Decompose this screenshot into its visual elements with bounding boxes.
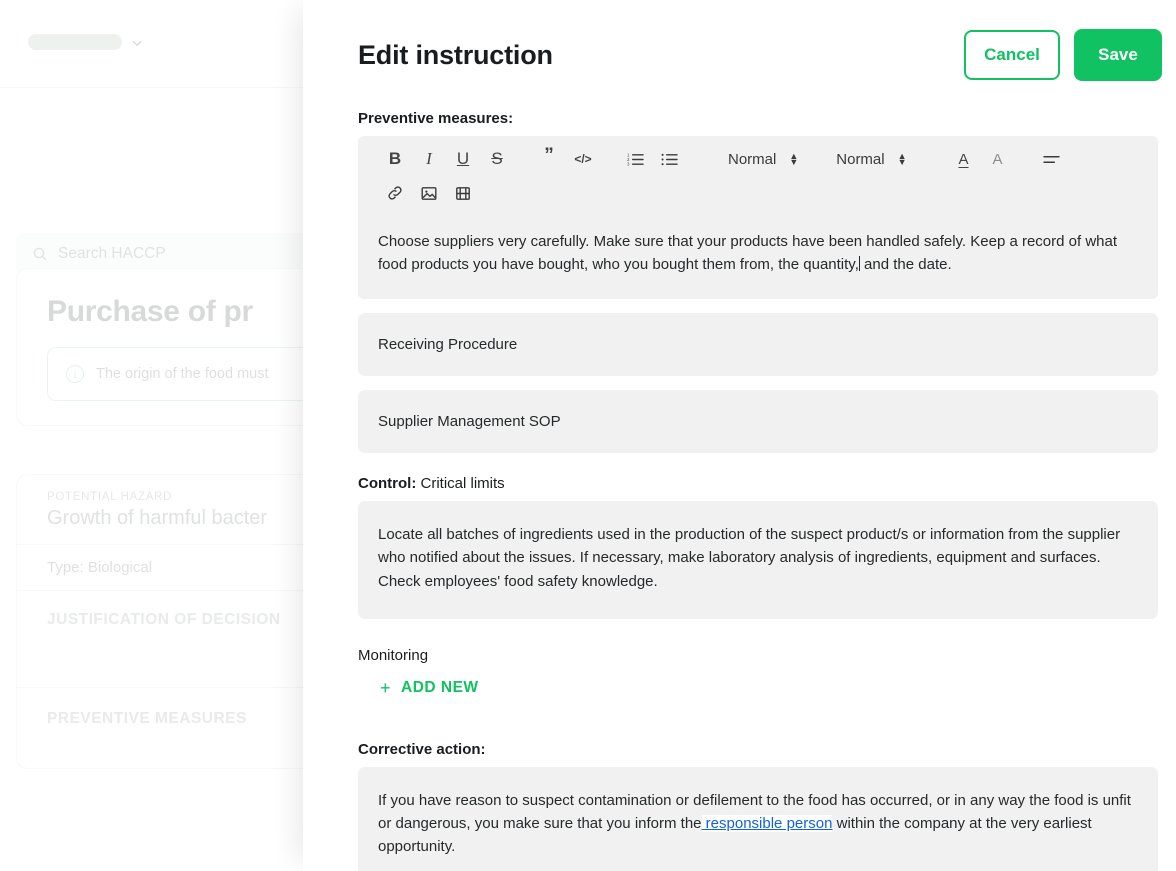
modal-actions: Cancel Save [964,29,1162,81]
blockquote-icon[interactable]: ” [532,144,566,174]
italic-icon[interactable]: I [412,144,446,174]
svg-text:3: 3 [627,161,630,166]
monitoring-label: Monitoring [358,646,429,664]
org-selector-pill[interactable] [28,34,122,50]
preventive-item-0[interactable]: Receiving Procedure [358,312,1158,376]
plus-icon: + [380,677,392,698]
underline-icon[interactable]: U [446,144,480,174]
save-button[interactable]: Save [1074,29,1162,81]
search-placeholder: Search HACCP [58,245,166,262]
modal-body: Preventive measures: B I U S ” </> 1 2 3… [303,110,1176,871]
preventive-measures-label: Preventive measures: [358,110,514,127]
bullet-list-icon[interactable] [652,144,686,174]
add-new-label: ADD NEW [401,679,479,697]
modal-header: Edit instruction Cancel Save [303,0,1176,110]
control-label: Control: Critical limits [358,475,1158,492]
align-icon[interactable] [1035,144,1069,174]
edit-instruction-modal: Edit instruction Cancel Save Preventive … [303,0,1176,871]
editor-content-area[interactable]: Choose suppliers very carefully. Make su… [358,216,1158,299]
stepper-arrows-icon: ▲ ▼ [789,151,799,167]
preventive-item-1[interactable]: Supplier Management SOP [358,389,1158,453]
font-family-value: Normal [836,150,885,168]
editor-text-part1: Choose suppliers very carefully. Make su… [378,233,1118,274]
stepper-arrows-icon: ▲ ▼ [897,151,907,167]
chevron-down-icon[interactable] [130,36,144,50]
responsible-person-link[interactable]: responsible person [701,815,833,832]
image-icon[interactable] [412,178,446,208]
control-label-rest: Critical limits [416,475,505,492]
add-new-button[interactable]: + ADD NEW [358,678,479,699]
rich-text-editor: B I U S ” </> 1 2 3 Normal ▲ ▼ Normal ▲ … [358,136,1158,299]
control-text-box[interactable]: Locate all batches of ingredients used i… [358,501,1158,619]
search-icon [32,246,48,262]
modal-title: Edit instruction [358,39,553,70]
control-label-bold: Control: [358,475,417,492]
text-color-icon[interactable]: A [947,144,981,174]
video-icon[interactable] [446,178,480,208]
code-icon[interactable]: </> [566,144,600,174]
corrective-action-label: Corrective action: [358,740,486,758]
font-family-select[interactable]: Normal ▲ ▼ [834,144,908,174]
editor-toolbar: B I U S ” </> 1 2 3 Normal ▲ ▼ Normal ▲ … [358,136,1158,216]
font-size-select[interactable]: Normal ▲ ▼ [726,144,800,174]
editor-text-part2: and the date. [859,256,952,274]
info-icon: i [66,365,84,383]
strikethrough-icon[interactable]: S [480,144,514,174]
font-size-value: Normal [728,150,777,168]
editor-text: Choose suppliers very carefully. Make su… [378,230,1138,277]
link-icon[interactable] [378,178,412,208]
origin-note-text: The origin of the food must [96,366,269,382]
background-color-icon[interactable]: A [981,144,1015,174]
bold-icon[interactable]: B [378,144,412,174]
corrective-text-box[interactable]: If you have reason to suspect contaminat… [358,766,1158,871]
screen: Search HACCP Purchase of pr i The origin… [0,0,1176,871]
cancel-button[interactable]: Cancel [964,30,1060,80]
ordered-list-icon[interactable]: 1 2 3 [618,144,652,174]
